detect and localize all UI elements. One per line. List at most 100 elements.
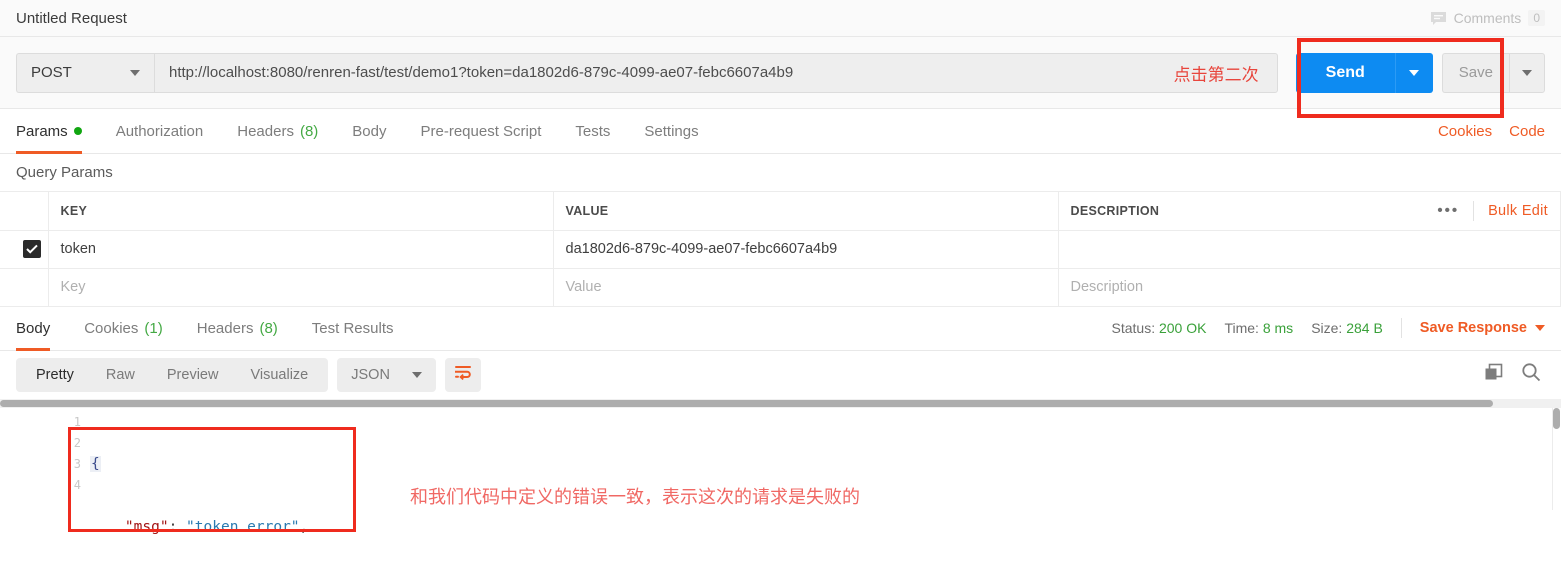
chevron-down-icon <box>1409 69 1420 76</box>
cookies-link[interactable]: Cookies <box>1438 123 1492 140</box>
view-mode-visualize[interactable]: Visualize <box>234 358 324 392</box>
json-comma: , <box>299 518 309 535</box>
view-mode-pretty[interactable]: Pretty <box>20 358 90 392</box>
http-method-select[interactable]: POST <box>16 52 154 93</box>
table-actions: ••• Bulk Edit <box>1437 200 1548 221</box>
row-checkbox[interactable] <box>23 240 41 258</box>
comments-label: Comments <box>1453 10 1522 26</box>
tab-tests-label: Tests <box>575 122 611 140</box>
response-tab-body[interactable]: Body <box>16 307 67 351</box>
save-options-button[interactable] <box>1509 52 1545 93</box>
column-header-value: VALUE <box>553 192 1059 231</box>
response-tab-headers-count: (8) <box>259 319 278 337</box>
chevron-down-icon <box>1535 325 1545 331</box>
row-key-cell[interactable]: token <box>48 230 554 269</box>
tab-headers[interactable]: Headers (8) <box>220 109 335 153</box>
table-row-new: Key Value Description <box>0 268 1561 307</box>
send-group: Send Save <box>1295 52 1545 93</box>
new-row-checkbox-cell <box>0 268 49 307</box>
row-value-cell[interactable]: da1802d6-879c-4099-ae07-febc6607a4b9 <box>553 230 1059 269</box>
save-response-label: Save Response <box>1419 320 1527 336</box>
chevron-down-icon <box>130 69 140 76</box>
more-options-icon[interactable]: ••• <box>1437 202 1459 219</box>
select-all-column <box>0 192 49 231</box>
response-tab-headers[interactable]: Headers (8) <box>180 307 295 350</box>
word-wrap-icon <box>454 364 472 385</box>
time-badge: Time: 8 ms <box>1224 320 1293 336</box>
new-row-value-input[interactable]: Value <box>553 268 1059 307</box>
tab-params[interactable]: Params <box>16 109 99 154</box>
url-input-value: http://localhost:8080/renren-fast/test/d… <box>169 64 794 81</box>
bulk-edit-button[interactable]: Bulk Edit <box>1488 203 1548 219</box>
json-key-msg: "msg" <box>124 518 169 535</box>
column-header-key: KEY <box>48 192 554 231</box>
tab-authorization-label: Authorization <box>115 122 204 140</box>
response-tab-body-label: Body <box>16 319 51 337</box>
word-wrap-button[interactable] <box>444 357 481 392</box>
size-label: Size: <box>1311 320 1343 336</box>
tab-settings[interactable]: Settings <box>627 109 715 153</box>
tab-params-label: Params <box>16 122 68 140</box>
new-row-key-input[interactable]: Key <box>48 268 554 307</box>
tab-settings-label: Settings <box>644 122 699 140</box>
view-mode-raw[interactable]: Raw <box>90 358 151 392</box>
save-response-button[interactable]: Save Response <box>1420 320 1545 336</box>
copy-icon[interactable] <box>1484 363 1503 387</box>
url-input[interactable]: http://localhost:8080/renren-fast/test/d… <box>154 52 1278 93</box>
response-format-controls: Pretty Raw Preview Visualize JSON <box>16 357 481 392</box>
page-title: Untitled Request <box>16 9 127 27</box>
response-tabs-list: Body Cookies (1) Headers (8) Test Result… <box>16 307 411 351</box>
line-number: 3 <box>73 456 81 471</box>
response-tabs: Body Cookies (1) Headers (8) Test Result… <box>0 307 1561 351</box>
time-label: Time: <box>1224 320 1259 336</box>
column-header-description: DESCRIPTION ••• Bulk Edit <box>1058 192 1561 231</box>
horizontal-scrollbar-thumb[interactable] <box>0 399 1493 407</box>
chevron-down-icon <box>411 371 422 378</box>
response-tab-cookies-label: Cookies <box>84 319 139 337</box>
json-line-open: { <box>90 454 308 475</box>
vertical-scrollbar-thumb[interactable] <box>1553 407 1560 429</box>
comments-button[interactable]: Comments 0 <box>1430 10 1545 26</box>
response-body-actions <box>1484 362 1545 387</box>
new-row-description-input[interactable]: Description <box>1058 268 1561 307</box>
response-tab-headers-label: Headers <box>196 319 254 337</box>
response-language-select[interactable]: JSON <box>337 357 436 392</box>
divider <box>1400 318 1402 338</box>
status-label: Status: <box>1111 320 1156 336</box>
search-icon[interactable] <box>1521 362 1541 387</box>
chevron-down-icon <box>1522 69 1532 76</box>
request-tabs: Params Authorization Headers (8) Body Pr… <box>0 109 1561 154</box>
json-annotation-text: 和我们代码中定义的错误一致，表示这次的请求是失败的 <box>410 487 860 508</box>
tab-tests[interactable]: Tests <box>558 109 627 153</box>
send-button[interactable]: Send <box>1295 52 1395 93</box>
horizontal-scrollbar[interactable] <box>0 398 1561 408</box>
vertical-scrollbar[interactable] <box>1552 407 1561 510</box>
response-tab-test-results[interactable]: Test Results <box>295 307 411 350</box>
send-annotation-text: 点击第二次 <box>1173 65 1259 85</box>
json-value-msg: "token error" <box>186 518 300 535</box>
json-open-brace: { <box>90 455 101 472</box>
params-modified-dot-icon <box>73 127 82 135</box>
column-header-description-label: DESCRIPTION <box>1070 203 1160 218</box>
tab-body[interactable]: Body <box>335 109 403 153</box>
comment-icon <box>1430 11 1447 26</box>
query-params-title: Query Params <box>0 154 1561 192</box>
response-tab-cookies[interactable]: Cookies (1) <box>67 307 180 350</box>
tab-headers-label: Headers <box>237 122 294 140</box>
divider <box>1473 200 1475 221</box>
status-badge: Status: 200 OK <box>1112 320 1207 336</box>
save-button[interactable]: Save <box>1441 52 1509 93</box>
code-link[interactable]: Code <box>1509 123 1545 140</box>
view-mode-preview[interactable]: Preview <box>151 358 235 392</box>
response-body-toolbar: Pretty Raw Preview Visualize JSON <box>0 351 1561 399</box>
send-options-button[interactable] <box>1394 52 1433 93</box>
url-bar: POST http://localhost:8080/renren-fast/t… <box>0 37 1561 109</box>
response-tab-cookies-count: (1) <box>144 319 163 337</box>
http-method-value: POST <box>31 64 72 81</box>
line-number: 2 <box>73 435 81 450</box>
tab-authorization[interactable]: Authorization <box>99 109 221 153</box>
tab-body-label: Body <box>352 122 387 140</box>
json-line-entry: "msg": "token error", <box>90 517 308 538</box>
row-description-cell[interactable] <box>1058 230 1561 269</box>
tab-pre-request-script[interactable]: Pre-request Script <box>404 109 559 153</box>
